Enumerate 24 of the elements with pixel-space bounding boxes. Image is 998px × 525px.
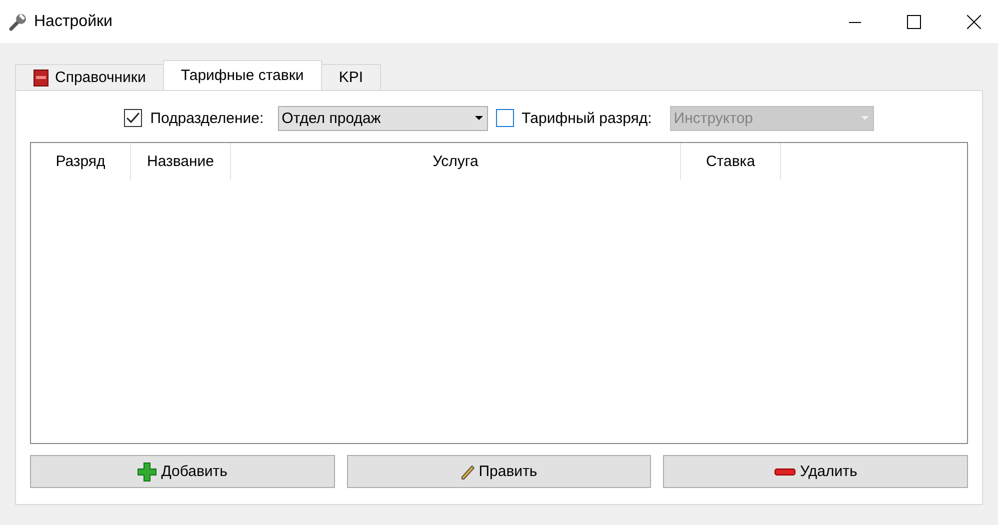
filter-label: Подразделение: (150, 110, 264, 126)
tab[interactable]: Справочники (15, 64, 164, 90)
column-header[interactable]: Название (131, 143, 231, 180)
window-title: Настройки (34, 12, 112, 30)
close-icon[interactable] (967, 14, 981, 28)
checkbox[interactable] (124, 109, 142, 127)
delete-button[interactable]: Удалить (663, 455, 968, 488)
pencil-icon (460, 464, 475, 480)
filter-label: Тарифный разряд: (522, 110, 652, 126)
tab[interactable]: KPI (320, 64, 381, 90)
caret-icon (860, 116, 869, 120)
book-icon (33, 68, 49, 86)
add-button[interactable]: Добавить (30, 455, 335, 488)
plus-icon (137, 462, 158, 482)
column-header[interactable]: Ставка (681, 143, 781, 180)
minus-icon (774, 468, 796, 476)
maximize-icon[interactable] (907, 14, 921, 28)
column-header[interactable]: Услуга (231, 143, 681, 180)
edit-button[interactable]: Править (346, 455, 652, 488)
caret-icon (474, 116, 483, 120)
tab[interactable]: Тарифные ставки (162, 60, 322, 90)
column-header[interactable]: Разряд (31, 143, 131, 180)
dropdown[interactable]: Отдел продаж (278, 106, 488, 130)
wrench-icon (8, 12, 28, 32)
